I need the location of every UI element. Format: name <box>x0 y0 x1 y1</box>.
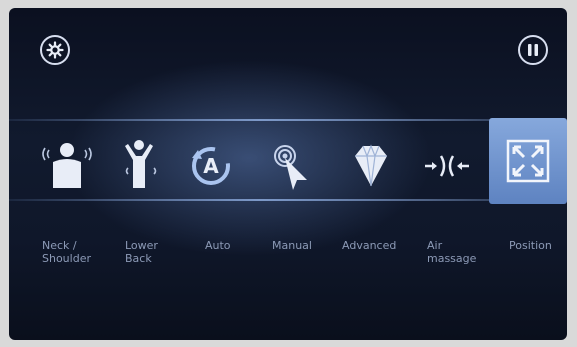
lower-back-icon <box>125 140 157 188</box>
mode-manual[interactable] <box>261 136 321 196</box>
settings-button[interactable] <box>40 35 70 65</box>
gear-icon <box>46 41 64 59</box>
mode-band-bottom-line <box>9 199 567 201</box>
diamond-icon <box>355 144 387 187</box>
air-massage-icon <box>425 155 469 177</box>
manual-touch-icon <box>274 145 307 190</box>
mode-label-manual: Manual <box>272 239 312 252</box>
mode-advanced[interactable] <box>341 136 401 196</box>
mode-label-neck-shoulder: Neck / Shoulder <box>42 239 91 265</box>
auto-icon: A <box>192 147 230 185</box>
mode-lower-back[interactable] <box>109 136 169 196</box>
mode-air-massage[interactable] <box>417 136 477 196</box>
position-icon <box>506 139 550 183</box>
mode-position[interactable] <box>489 118 567 204</box>
mode-label-lower-back: Lower Back <box>125 239 158 265</box>
mode-label-auto: Auto <box>205 239 231 252</box>
neck-shoulder-icon <box>42 143 92 188</box>
massage-chair-screen: A Neck / Shoulder Lower Back Auto Manual… <box>9 8 567 340</box>
pause-button[interactable] <box>518 35 548 65</box>
mode-neck-shoulder[interactable] <box>37 136 97 196</box>
mode-auto[interactable]: A <box>181 136 241 196</box>
mode-band-top-line <box>9 119 567 121</box>
pause-icon <box>528 44 538 56</box>
mode-label-advanced: Advanced <box>342 239 397 252</box>
svg-text:A: A <box>203 154 219 178</box>
mode-label-air-massage: Air massage <box>427 239 477 265</box>
mode-label-position: Position <box>509 239 552 252</box>
